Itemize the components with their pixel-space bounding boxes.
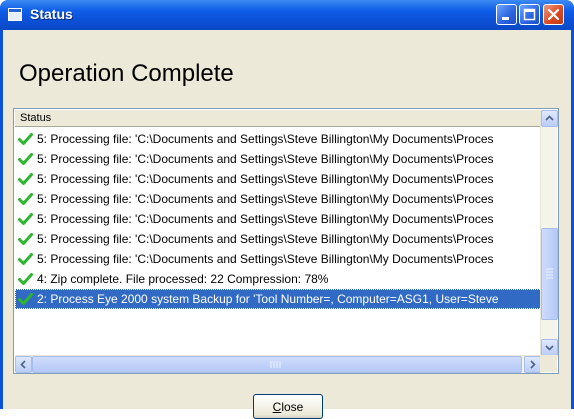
chevron-left-icon [20,360,26,369]
chevron-up-icon [545,115,554,121]
grip-icon [270,361,281,368]
check-icon [18,153,33,165]
close-icon [547,8,560,21]
page-title: Operation Complete [19,60,234,87]
list-item-text: 5: Processing file: 'C:\Documents and Se… [37,132,494,146]
minimize-button[interactable] [496,4,517,25]
column-header-status[interactable]: Status [15,110,550,127]
list-item[interactable]: 5: Processing file: 'C:\Documents and Se… [15,229,550,249]
scroll-right-button[interactable] [524,356,541,373]
horizontal-scroll-thumb[interactable] [32,356,522,373]
status-window: Status Operation Complete Status 5: Proc… [0,0,574,419]
list-item-text: 5: Processing file: 'C:\Documents and Se… [37,212,494,226]
scroll-left-button[interactable] [15,356,32,373]
grip-icon [546,268,553,279]
scrollbar-corner [540,355,557,372]
list-item-text: 5: Processing file: 'C:\Documents and Se… [37,152,494,166]
check-icon [18,173,33,185]
status-rows: 5: Processing file: 'C:\Documents and Se… [15,129,550,309]
list-item-text: 5: Processing file: 'C:\Documents and Se… [37,232,494,246]
minimize-icon [502,17,509,20]
list-item-text: 4: Zip complete. File processed: 22 Comp… [37,272,329,286]
list-item[interactable]: 5: Processing file: 'C:\Documents and Se… [15,129,550,149]
vertical-scrollbar[interactable] [540,110,558,356]
list-item[interactable]: 5: Processing file: 'C:\Documents and Se… [15,169,550,189]
scroll-up-button[interactable] [541,110,558,127]
list-item[interactable]: 5: Processing file: 'C:\Documents and Se… [15,249,550,269]
close-window-button[interactable] [543,4,564,25]
check-icon [18,253,33,265]
vertical-scroll-thumb[interactable] [541,228,558,320]
check-icon [18,233,33,245]
window-icon [8,8,22,21]
maximize-icon [523,8,536,21]
window-title: Status [30,6,73,22]
list-item-text: 2: Process Eye 2000 system Backup for 'T… [37,292,499,306]
list-item[interactable]: 5: Processing file: 'C:\Documents and Se… [15,209,550,229]
check-icon [18,293,33,305]
window-client-area: Operation Complete Status 5: Processing … [3,30,571,419]
list-item[interactable]: 4: Zip complete. File processed: 22 Comp… [15,269,550,289]
check-icon [18,273,33,285]
title-bar[interactable]: Status [0,0,574,30]
list-item[interactable]: 5: Processing file: 'C:\Documents and Se… [15,149,550,169]
list-item-text: 5: Processing file: 'C:\Documents and Se… [37,252,494,266]
chevron-down-icon [545,345,554,351]
check-icon [18,213,33,225]
scroll-down-button[interactable] [541,339,558,356]
status-list[interactable]: Status 5: Processing file: 'C:\Documents… [13,108,559,374]
chevron-right-icon [530,360,536,369]
list-item[interactable]: 2: Process Eye 2000 system Backup for 'T… [15,289,550,309]
list-item-text: 5: Processing file: 'C:\Documents and Se… [37,192,494,206]
close-button-label: Close [272,399,304,414]
maximize-button[interactable] [519,4,540,25]
list-item[interactable]: 5: Processing file: 'C:\Documents and Se… [15,189,550,209]
horizontal-scrollbar[interactable] [15,355,541,373]
check-icon [18,193,33,205]
list-item-text: 5: Processing file: 'C:\Documents and Se… [37,172,494,186]
check-icon [18,133,33,145]
close-button[interactable]: Close [253,394,323,419]
